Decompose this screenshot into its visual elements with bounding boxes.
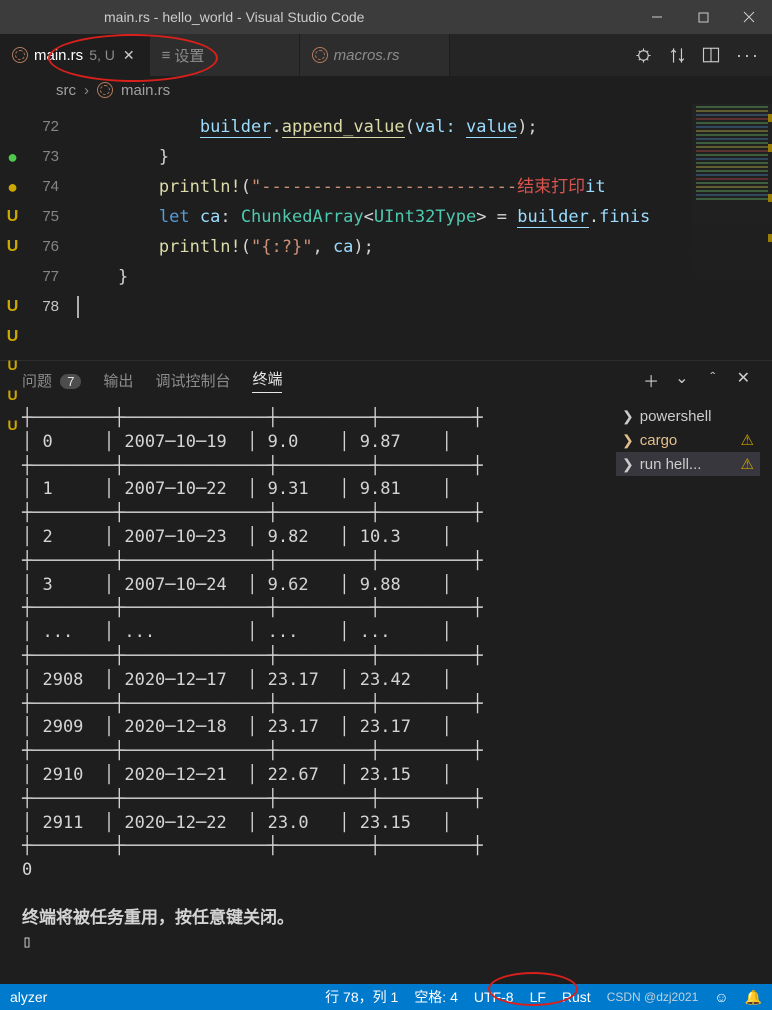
watermark: CSDN @dzj2021: [607, 990, 699, 1004]
status-bar: alyzer 行 78，列 1 空格: 4 UTF-8 LF Rust CSDN…: [0, 984, 772, 1010]
tab-main-rs[interactable]: main.rs 5, U ✕: [0, 34, 150, 76]
status-cursor-position[interactable]: 行 78，列 1: [325, 987, 398, 1007]
tab-label: main.rs: [34, 47, 83, 64]
maximize-button[interactable]: [680, 0, 726, 34]
code-content[interactable]: builder.append_value(val: value); } prin…: [77, 104, 772, 360]
breadcrumb-part[interactable]: src: [56, 82, 76, 99]
untracked-mark: U: [0, 322, 25, 352]
untracked-mark: U: [0, 350, 25, 380]
terminal-icon: ❯: [622, 456, 634, 473]
split-editor-icon[interactable]: [702, 46, 722, 64]
task-label: run hell...: [640, 456, 702, 473]
terminal-output[interactable]: ┼────────┼──────────────┼─────────┼─────…: [0, 399, 612, 984]
code-editor[interactable]: ● ● U U U U 72737475767778 builder.appen…: [0, 104, 772, 360]
new-terminal-icon[interactable]: ＋: [643, 368, 659, 392]
editor-tabs: main.rs 5, U ✕ ≡ 设置 macros.rs ···: [0, 34, 772, 76]
chevron-right-icon: ›: [84, 82, 89, 99]
minimap[interactable]: [692, 104, 772, 304]
more-icon[interactable]: ···: [736, 45, 756, 66]
terminal-task-cargo[interactable]: ❯ cargo ⚠: [616, 428, 760, 452]
warning-icon: ⚠: [741, 431, 754, 449]
compare-icon[interactable]: [668, 46, 688, 65]
window-controls: [634, 0, 772, 34]
panel-tabs: 问题 7 输出 调试控制台 终端 ＋ ⌄ ＾ ✕: [0, 361, 772, 399]
task-label: powershell: [640, 408, 712, 425]
problems-count: 7: [60, 374, 81, 389]
tab-actions: ···: [634, 34, 772, 76]
status-encoding[interactable]: UTF-8: [474, 989, 514, 1005]
terminal-task-run-hello[interactable]: ❯ run hell... ⚠: [616, 452, 760, 476]
tab-settings[interactable]: ≡ 设置: [150, 34, 300, 76]
gutter-decorations: ● ● U U U U: [0, 104, 25, 360]
panel-actions: ＋ ⌄ ＾ ✕: [643, 368, 750, 392]
untracked-mark: U: [0, 410, 25, 440]
maximize-panel-icon[interactable]: ＾: [705, 368, 721, 392]
run-debug-icon[interactable]: [634, 46, 654, 65]
tab-label: macros.rs: [334, 47, 400, 64]
notifications-icon[interactable]: 🔔: [745, 989, 762, 1006]
window-title: main.rs - hello_world - Visual Studio Co…: [104, 9, 364, 25]
warning-icon: ⚠: [741, 455, 754, 473]
tab-macros-rs[interactable]: macros.rs: [300, 34, 450, 76]
line-numbers: 72737475767778: [25, 104, 77, 360]
panel-tab-terminal[interactable]: 终端: [252, 368, 282, 393]
panel-tab-output[interactable]: 输出: [103, 370, 133, 391]
status-indentation[interactable]: 空格: 4: [414, 987, 458, 1007]
terminal-dropdown-icon[interactable]: ⌄: [675, 368, 688, 392]
untracked-mark: U: [0, 380, 25, 410]
task-label: cargo: [640, 432, 678, 449]
status-eol[interactable]: LF: [530, 989, 546, 1005]
minimize-button[interactable]: [634, 0, 680, 34]
panel-tab-debug-console[interactable]: 调试控制台: [155, 370, 230, 391]
title-bar: main.rs - hello_world - Visual Studio Co…: [0, 0, 772, 34]
git-added-dot: ●: [0, 142, 25, 172]
untracked-mark: U: [0, 202, 25, 232]
terminal-icon: ❯: [622, 432, 634, 449]
scm-decorations: U U U: [0, 350, 25, 440]
breadcrumb[interactable]: src › main.rs: [0, 76, 772, 104]
settings-icon: ≡: [162, 47, 169, 64]
rust-icon: [12, 47, 28, 63]
close-window-button[interactable]: [726, 0, 772, 34]
status-language[interactable]: Rust: [562, 989, 591, 1005]
terminal-task-list: ❯ powershell ❯ cargo ⚠ ❯ run hell... ⚠: [612, 399, 772, 984]
breadcrumb-part[interactable]: main.rs: [121, 82, 170, 99]
close-icon[interactable]: ✕: [121, 47, 137, 64]
panel-tab-problems[interactable]: 问题 7: [22, 370, 81, 391]
feedback-icon[interactable]: ☺: [714, 989, 728, 1005]
rust-icon: [97, 82, 113, 98]
status-extension[interactable]: alyzer: [10, 989, 47, 1005]
close-panel-icon[interactable]: ✕: [737, 368, 750, 392]
panel-body: ┼────────┼──────────────┼─────────┼─────…: [0, 399, 772, 984]
tab-label: 设置: [174, 45, 204, 66]
bottom-panel: 问题 7 输出 调试控制台 终端 ＋ ⌄ ＾ ✕ ┼────────┼─────…: [0, 360, 772, 984]
terminal-icon: ❯: [622, 408, 634, 425]
rust-icon: [312, 47, 328, 63]
untracked-mark: U: [0, 232, 25, 262]
untracked-mark: U: [0, 292, 25, 322]
terminal-task-powershell[interactable]: ❯ powershell: [616, 405, 760, 428]
git-modified-dot: ●: [0, 172, 25, 202]
tab-badge: 5, U: [89, 47, 115, 63]
